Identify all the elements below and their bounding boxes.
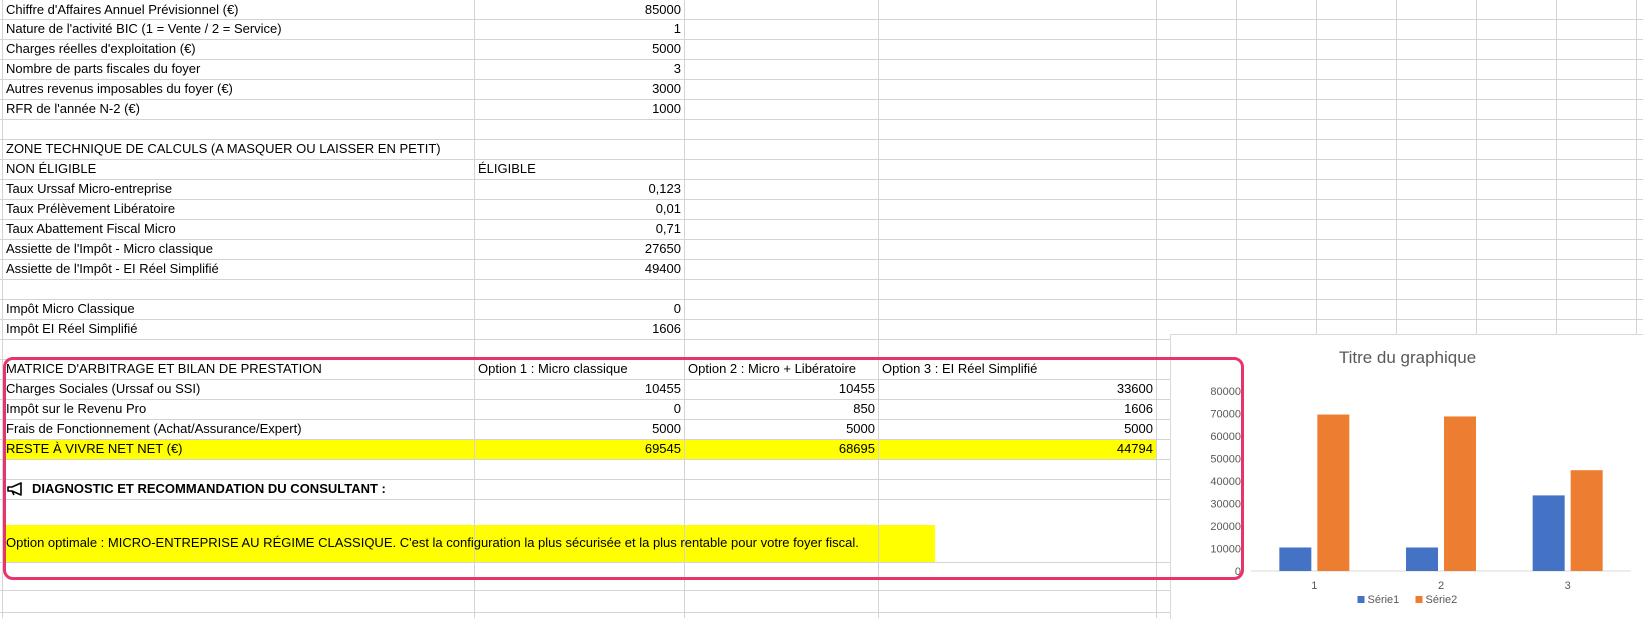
chart-canvas: Titre du graphique 0 10000 20000 30000 40000 5… — [1210, 348, 1631, 606]
diagnostic-row[interactable]: DIAGNOSTIC ET RECOMMANDATION DU CONSULTA… — [2, 479, 386, 499]
bar-Série1-3 — [1532, 495, 1565, 571]
cell-value[interactable]: 5000 — [474, 39, 684, 59]
x-tick-label: 2 — [1438, 580, 1444, 592]
x-tick-label: 1 — [1311, 580, 1317, 592]
matrix-cell[interactable]: 0 — [474, 399, 684, 419]
y-tick-label: 20000 — [1210, 521, 1241, 533]
cell-label[interactable]: Autres revenus imposables du foyer (€) — [2, 79, 233, 99]
chart-title: Titre du graphique — [1339, 348, 1476, 367]
cell-label[interactable]: Taux Prélèvement Libératoire — [2, 199, 175, 219]
cell-label[interactable]: Chiffre d'Affaires Annuel Prévisionnel (… — [2, 0, 239, 20]
matrix-total-cell[interactable]: 69545 — [474, 439, 684, 459]
matrix-total-label[interactable]: RESTE À VIVRE NET NET (€) — [2, 439, 183, 459]
matrix-header-option1[interactable]: Option 1 : Micro classique — [474, 359, 628, 379]
bar-Série2-3 — [1570, 470, 1603, 571]
cell-value[interactable]: 85000 — [474, 0, 684, 20]
cell-label[interactable]: Charges réelles d'exploitation (€) — [2, 39, 196, 59]
cell-label[interactable]: Impôt EI Réel Simplifié — [2, 319, 138, 339]
matrix-cell[interactable]: 5000 — [878, 419, 1156, 439]
matrix-total-cell[interactable]: 44794 — [878, 439, 1156, 459]
cell-value[interactable]: 3000 — [474, 79, 684, 99]
cell-label[interactable]: Nature de l'activité BIC (1 = Vente / 2 … — [2, 19, 282, 39]
legend-label: Série2 — [1426, 594, 1458, 606]
cell-value[interactable]: 49400 — [474, 259, 684, 279]
megaphone-icon — [7, 482, 22, 496]
cell-value[interactable]: 27650 — [474, 239, 684, 259]
y-tick-label: 50000 — [1210, 454, 1241, 466]
recommendation-text[interactable]: Option optimale : MICRO-ENTREPRISE AU RÉ… — [2, 533, 859, 553]
cell-label[interactable]: Assiette de l'Impôt - EI Réel Simplifié — [2, 259, 219, 279]
bar-Série1-2 — [1406, 547, 1438, 571]
matrix-header-option3[interactable]: Option 3 : EI Réel Simplifié — [878, 359, 1037, 379]
cell-label[interactable]: Taux Urssaf Micro-entreprise — [2, 179, 172, 199]
matrix-row-label[interactable]: Impôt sur le Revenu Pro — [2, 399, 146, 419]
cell-value[interactable]: 0,01 — [474, 199, 684, 219]
cell-value[interactable]: 0 — [474, 299, 684, 319]
cell-label[interactable]: Taux Abattement Fiscal Micro — [2, 219, 176, 239]
y-tick-label: 70000 — [1210, 409, 1241, 421]
y-tick-label: 30000 — [1210, 499, 1241, 511]
cell-value[interactable]: 1 — [474, 19, 684, 39]
matrix-total-cell[interactable]: 68695 — [684, 439, 878, 459]
cell-label[interactable]: Nombre de parts fiscales du foyer — [2, 59, 200, 79]
matrix-title[interactable]: MATRICE D'ARBITRAGE ET BILAN DE PRESTATI… — [2, 359, 322, 379]
matrix-cell[interactable]: 850 — [684, 399, 878, 419]
bar-Série2-2 — [1444, 416, 1476, 571]
y-tick-label: 10000 — [1210, 544, 1241, 556]
y-tick-label: 60000 — [1210, 431, 1241, 443]
cell-label[interactable]: NON ÉLIGIBLE — [2, 159, 96, 179]
matrix-cell[interactable]: 33600 — [878, 379, 1156, 399]
cell-value[interactable]: 0,123 — [474, 179, 684, 199]
legend-swatch — [1357, 596, 1365, 603]
cell-value[interactable]: ÉLIGIBLE — [474, 159, 536, 179]
cell-section-title[interactable]: ZONE TECHNIQUE DE CALCULS (A MASQUER OU … — [2, 139, 441, 159]
x-tick-label: 3 — [1565, 580, 1571, 592]
y-tick-label: 40000 — [1210, 476, 1241, 488]
y-tick-label: 80000 — [1210, 386, 1241, 398]
matrix-row-label[interactable]: Charges Sociales (Urssaf ou SSI) — [2, 379, 200, 399]
cell-label[interactable]: RFR de l'année N-2 (€) — [2, 99, 140, 119]
cell-value[interactable]: 1000 — [474, 99, 684, 119]
y-tick-label: 0 — [1235, 566, 1241, 578]
bar-chart[interactable]: Titre du graphique 0 10000 20000 30000 40000 5… — [1170, 334, 1643, 619]
legend-swatch — [1415, 596, 1423, 603]
bar-Série1-1 — [1279, 547, 1312, 571]
cell-label[interactable]: Assiette de l'Impôt - Micro classique — [2, 239, 213, 259]
cell-value[interactable]: 3 — [474, 59, 684, 79]
cell-label[interactable]: Impôt Micro Classique — [2, 299, 135, 319]
matrix-cell[interactable]: 1606 — [878, 399, 1156, 419]
matrix-cell[interactable]: 5000 — [474, 419, 684, 439]
cell-value[interactable]: 0,71 — [474, 219, 684, 239]
matrix-cell[interactable]: 10455 — [474, 379, 684, 399]
matrix-header-option2[interactable]: Option 2 : Micro + Libératoire — [684, 359, 856, 379]
bar-Série2-1 — [1317, 414, 1350, 571]
matrix-cell[interactable]: 10455 — [684, 379, 878, 399]
legend-label: Série1 — [1368, 594, 1400, 606]
cell-value[interactable]: 1606 — [474, 319, 684, 339]
diagnostic-title: DIAGNOSTIC ET RECOMMANDATION DU CONSULTA… — [32, 481, 386, 496]
matrix-cell[interactable]: 5000 — [684, 419, 878, 439]
matrix-row-label[interactable]: Frais de Fonctionnement (Achat/Assurance… — [2, 419, 302, 439]
